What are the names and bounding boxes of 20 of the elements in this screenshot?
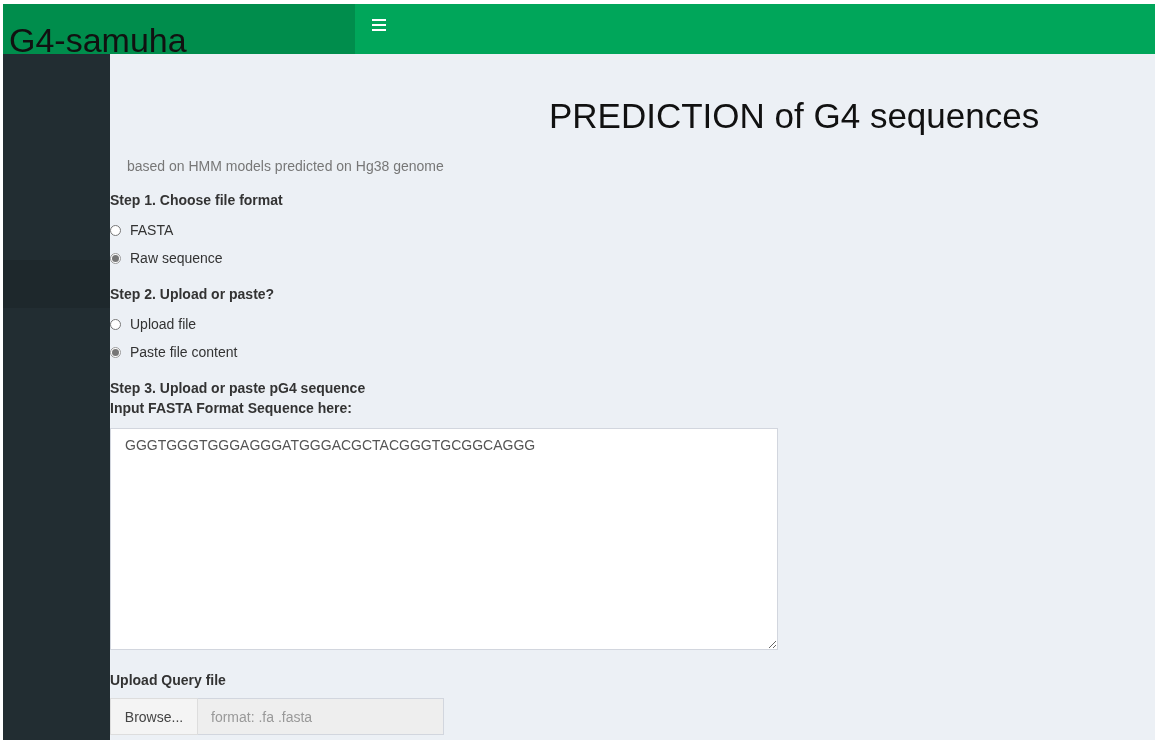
step-label: Step 3. Upload or paste pG4 sequence bbox=[110, 379, 367, 398]
step-label: Step 2. Upload or paste? bbox=[110, 285, 276, 304]
radio-option[interactable]: Paste file content bbox=[110, 338, 1155, 366]
page-title: PREDICTION of G4 sequences bbox=[549, 95, 1041, 137]
field-label: Input FASTA Format Sequence here: bbox=[110, 399, 353, 418]
menu-toggle-button[interactable] bbox=[371, 18, 387, 32]
radio-option[interactable]: FASTA bbox=[110, 216, 1155, 244]
radio-option[interactable]: Upload file bbox=[110, 310, 1155, 338]
radio-option[interactable]: Raw sequence bbox=[110, 244, 1155, 272]
browse-button[interactable]: Browse... bbox=[110, 698, 198, 735]
app-logo: G4-samuha bbox=[9, 20, 187, 54]
field-label: Upload Query file bbox=[110, 671, 227, 690]
radio-button[interactable] bbox=[110, 252, 121, 264]
radio-button[interactable] bbox=[110, 346, 121, 358]
page-subtitle: based on HMM models predicted on Hg38 genome bbox=[127, 157, 445, 176]
radio-button[interactable] bbox=[110, 224, 121, 236]
radio-button[interactable] bbox=[110, 318, 121, 330]
menu-icon bbox=[371, 18, 387, 32]
sequence-input-field[interactable]: GGGTGGGTGGGAGGGATGGGACGCTACGGGTGCGGCAGGG bbox=[110, 428, 778, 650]
step-label: Step 1. Choose file format bbox=[110, 191, 284, 210]
